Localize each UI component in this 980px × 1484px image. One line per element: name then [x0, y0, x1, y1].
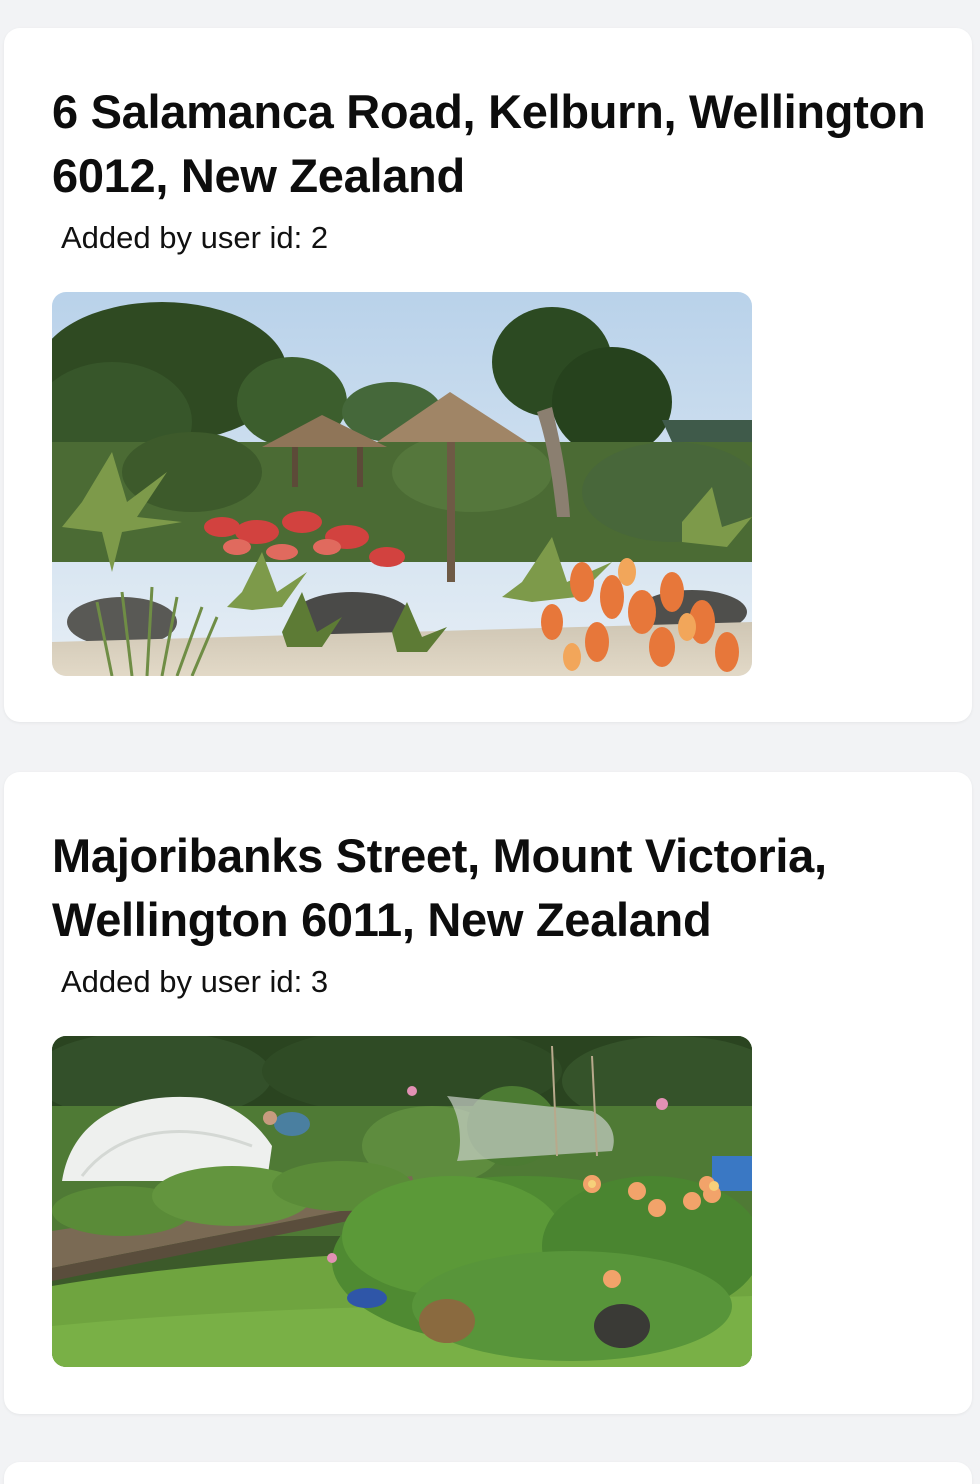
added-by-label: Added by user id: 3	[61, 964, 329, 999]
garden-card[interactable]: 6 Salamanca Road, Kelburn, Wellington 60…	[4, 28, 972, 722]
garden-card[interactable]	[4, 1462, 972, 1484]
garden-photo[interactable]	[52, 1036, 752, 1367]
vegetable-garden-image	[52, 1036, 752, 1367]
garden-address-title: Majoribanks Street, Mount Victoria, Well…	[52, 829, 827, 946]
garden-feed: 6 Salamanca Road, Kelburn, Wellington 60…	[0, 0, 980, 1484]
added-by-label: Added by user id: 2	[61, 220, 329, 255]
garden-address-title: 6 Salamanca Road, Kelburn, Wellington 60…	[52, 85, 926, 202]
garden-photo[interactable]	[52, 292, 752, 676]
succulent-garden-image	[52, 292, 752, 676]
garden-card[interactable]: Majoribanks Street, Mount Victoria, Well…	[4, 772, 972, 1414]
